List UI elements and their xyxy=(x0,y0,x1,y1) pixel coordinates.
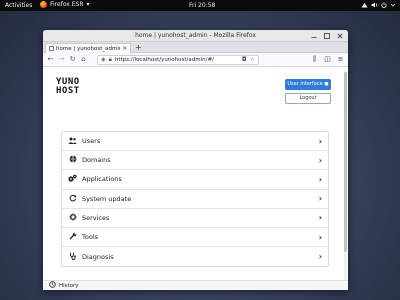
back-icon[interactable]: ← xyxy=(47,56,54,63)
network-icon xyxy=(361,2,368,10)
user-interface-button[interactable]: User interface ● xyxy=(285,79,331,90)
chevron-right-icon: › xyxy=(318,252,322,262)
history-icon xyxy=(49,281,56,290)
firefox-icon xyxy=(40,1,47,8)
user-interface-label: User interface xyxy=(287,81,323,87)
menu-item-services[interactable]: Services › xyxy=(62,209,328,228)
tab-close-icon[interactable]: ✕ xyxy=(122,46,127,52)
menu-label-diagnosis: Diagnosis xyxy=(82,252,114,261)
menu-label-services: Services xyxy=(82,213,110,222)
logout-label: Logout xyxy=(299,95,317,101)
menu-item-applications[interactable]: Applications › xyxy=(62,170,328,190)
chevron-right-icon: › xyxy=(318,213,322,223)
shield-icon[interactable]: ◈ xyxy=(101,56,106,63)
tab-home[interactable]: home | yunohost_admin ✕ xyxy=(45,43,131,53)
tab-label: home | yunohost_admin xyxy=(56,45,121,52)
globe-icon xyxy=(68,155,77,165)
library-icon[interactable]: ⫼ xyxy=(311,56,318,63)
logo-line-2: HOST xyxy=(56,86,80,96)
tab-bar: home | yunohost_admin ✕ + xyxy=(43,42,348,53)
chevron-right-icon: › xyxy=(318,174,322,184)
navigation-toolbar: ← → ↻ ⌂ ◈ 🔒︎ https://localhost/yunohost/… xyxy=(43,53,348,67)
new-tab-button[interactable]: + xyxy=(135,42,142,53)
gnome-top-bar: Activities Firefox ESR ▾ Fri 20:58 xyxy=(0,0,400,11)
users-icon xyxy=(68,137,77,146)
lock-icon[interactable]: 🔒︎ xyxy=(109,56,112,64)
chevron-right-icon: › xyxy=(318,194,322,204)
menu-item-domains[interactable]: Domains › xyxy=(62,151,328,171)
hamburger-menu-icon[interactable]: ≡ xyxy=(337,56,344,63)
reload-icon[interactable]: ↻ xyxy=(69,56,76,63)
power-icon xyxy=(381,2,387,10)
app-menu-label: Firefox ESR xyxy=(50,1,84,8)
maximize-button[interactable] xyxy=(323,32,331,40)
page-content: YUNO HOST User interface ● Logout Users … xyxy=(43,68,348,290)
yunohost-logo[interactable]: YUNO HOST xyxy=(56,78,80,96)
chevron-right-icon: › xyxy=(318,155,322,165)
clock[interactable]: Fri 20:58 xyxy=(189,2,215,9)
history-label: History xyxy=(59,282,79,289)
menu-item-tools[interactable]: Tools › xyxy=(62,228,328,248)
app-menu[interactable]: Firefox ESR ▾ xyxy=(40,1,90,8)
minimize-button[interactable] xyxy=(310,32,318,40)
wrench-icon xyxy=(68,232,77,242)
menu-label-users: Users xyxy=(82,137,101,146)
close-button[interactable] xyxy=(336,32,344,40)
menu-item-users[interactable]: Users › xyxy=(62,132,328,152)
forward-icon[interactable]: → xyxy=(58,56,65,63)
history-bar[interactable]: History xyxy=(43,280,348,290)
menu-label-domains: Domains xyxy=(82,156,111,165)
chevron-down-icon xyxy=(390,2,396,10)
stethoscope-icon xyxy=(68,252,77,262)
firefox-window: home | yunohost_admin - Mozilla Firefox … xyxy=(43,30,348,290)
services-icon xyxy=(68,213,77,223)
system-status-area[interactable] xyxy=(361,2,396,10)
page-favicon-icon xyxy=(49,46,54,51)
main-menu: Users › Domains › Applications › System … xyxy=(61,131,329,268)
activities-button[interactable]: Activities xyxy=(5,2,32,9)
apps-icon xyxy=(68,174,77,184)
menu-label-system-update: System update xyxy=(82,194,132,203)
refresh-icon xyxy=(68,194,77,204)
sidebar-icon[interactable]: ◫ xyxy=(324,56,331,63)
scrollbar-thumb[interactable] xyxy=(344,72,347,252)
menu-item-system-update[interactable]: System update › xyxy=(62,190,328,209)
bookmark-star-icon[interactable]: ☆ xyxy=(250,56,255,63)
pocket-icon[interactable]: ◘ xyxy=(242,56,247,63)
window-titlebar[interactable]: home | yunohost_admin - Mozilla Firefox xyxy=(43,30,348,42)
menu-label-tools: Tools xyxy=(82,233,99,242)
menu-item-diagnosis[interactable]: Diagnosis › xyxy=(62,247,328,266)
window-title: home | yunohost_admin - Mozilla Firefox xyxy=(135,32,256,39)
url-bar[interactable]: ◈ 🔒︎ https://localhost/yunohost/admin/#/… xyxy=(97,54,259,65)
home-icon[interactable]: ⌂ xyxy=(80,56,87,63)
user-icon: ● xyxy=(324,81,329,87)
menu-label-applications: Applications xyxy=(82,175,122,184)
url-text[interactable]: https://localhost/yunohost/admin/#/ xyxy=(115,57,239,63)
chevron-right-icon: › xyxy=(318,136,322,146)
logout-button[interactable]: Logout xyxy=(285,93,331,104)
chevron-right-icon: › xyxy=(318,232,322,242)
volume-icon xyxy=(371,2,378,10)
page-scrollbar[interactable] xyxy=(344,70,347,288)
chevron-down-icon: ▾ xyxy=(86,1,90,8)
